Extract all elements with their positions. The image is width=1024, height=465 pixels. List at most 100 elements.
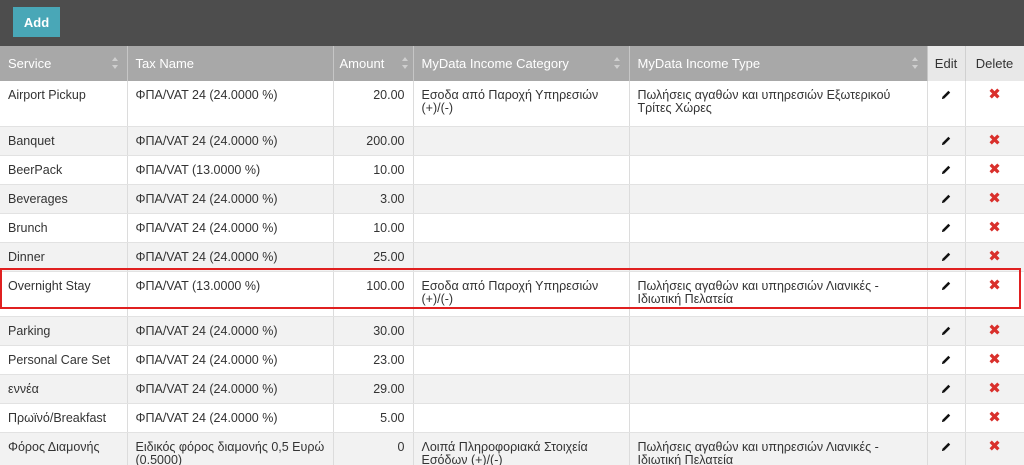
cell-amount: 30.00 — [333, 316, 414, 346]
cell-tax-name: ΦΠΑ/VAT 24 (24.0000 %) — [127, 242, 334, 272]
sort-icon — [401, 57, 409, 69]
pencil-icon[interactable] — [939, 192, 953, 206]
cell-amount: 25.00 — [333, 242, 414, 272]
cell-income-type — [629, 126, 928, 156]
cell-delete: ✖ — [965, 213, 1024, 243]
cell-income-category — [413, 155, 630, 185]
cell-edit — [927, 155, 966, 185]
cell-amount: 10.00 — [333, 155, 414, 185]
table-row: Banquet ΦΠΑ/VAT 24 (24.0000 %) 200.00 ✖ — [0, 126, 1024, 156]
close-x-icon[interactable]: ✖ — [988, 381, 1001, 396]
cell-income-category: Λοιπά Πληροφοριακά Στοιχεία Εσόδων (+)/(… — [413, 432, 630, 465]
cell-income-type — [629, 374, 928, 404]
close-x-icon[interactable]: ✖ — [988, 323, 1001, 338]
cell-tax-name: ΦΠΑ/VAT 24 (24.0000 %) — [127, 184, 334, 214]
cell-edit — [927, 316, 966, 346]
column-header-income-type[interactable]: MyData Income Type — [629, 46, 928, 81]
cell-income-type: Πωλήσεις αγαθών και υπηρεσιών Λιανικές -… — [629, 271, 928, 317]
cell-tax-name: ΦΠΑ/VAT 24 (24.0000 %) — [127, 316, 334, 346]
cell-service: Φόρος Διαμονής — [0, 432, 128, 465]
cell-income-type — [629, 345, 928, 375]
pencil-icon[interactable] — [939, 134, 953, 148]
column-header-income-category[interactable]: MyData Income Category — [413, 46, 630, 81]
cell-amount: 0 — [333, 432, 414, 465]
cell-service: Dinner — [0, 242, 128, 272]
cell-delete: ✖ — [965, 316, 1024, 346]
pencil-icon[interactable] — [939, 279, 953, 293]
pencil-icon[interactable] — [939, 250, 953, 264]
sort-icon — [111, 57, 119, 69]
cell-edit — [927, 213, 966, 243]
cell-edit — [927, 374, 966, 404]
cell-income-type — [629, 403, 928, 433]
cell-income-category — [413, 316, 630, 346]
table-row: BeerPack ΦΠΑ/VAT (13.0000 %) 10.00 ✖ — [0, 155, 1024, 185]
table-row: Overnight Stay ΦΠΑ/VAT (13.0000 %) 100.00 Ε… — [0, 271, 1024, 317]
table-row: Beverages ΦΠΑ/VAT 24 (24.0000 %) 3.00 ✖ — [0, 184, 1024, 214]
services-table: Service Tax Name Amount MyData Income Ca… — [0, 46, 1024, 465]
cell-service: Brunch — [0, 213, 128, 243]
cell-edit — [927, 81, 966, 127]
pencil-icon[interactable] — [939, 88, 953, 102]
cell-amount: 23.00 — [333, 345, 414, 375]
close-x-icon[interactable]: ✖ — [988, 352, 1001, 367]
cell-amount: 10.00 — [333, 213, 414, 243]
table-row: Personal Care Set ΦΠΑ/VAT 24 (24.0000 %) 2… — [0, 345, 1024, 375]
cell-service: Banquet — [0, 126, 128, 156]
cell-service: Overnight Stay — [0, 271, 128, 317]
close-x-icon[interactable]: ✖ — [988, 162, 1001, 177]
pencil-icon[interactable] — [939, 163, 953, 177]
table-row: εννέα ΦΠΑ/VAT 24 (24.0000 %) 29.00 ✖ — [0, 374, 1024, 404]
cell-edit — [927, 345, 966, 375]
cell-service: Airport Pickup — [0, 81, 128, 127]
cell-delete: ✖ — [965, 81, 1024, 127]
cell-delete: ✖ — [965, 126, 1024, 156]
close-x-icon[interactable]: ✖ — [988, 439, 1001, 454]
cell-income-category — [413, 403, 630, 433]
close-x-icon[interactable]: ✖ — [988, 191, 1001, 206]
pencil-icon[interactable] — [939, 221, 953, 235]
cell-service: Parking — [0, 316, 128, 346]
cell-tax-name: ΦΠΑ/VAT (13.0000 %) — [127, 155, 334, 185]
column-header-label: Edit — [934, 56, 958, 71]
cell-income-category — [413, 213, 630, 243]
close-x-icon[interactable]: ✖ — [988, 220, 1001, 235]
cell-income-category — [413, 184, 630, 214]
cell-delete: ✖ — [965, 242, 1024, 272]
cell-income-type — [629, 155, 928, 185]
cell-income-type — [629, 316, 928, 346]
sort-icon — [911, 57, 919, 69]
table-header-row: Service Tax Name Amount MyData Income Ca… — [0, 46, 1024, 81]
cell-income-type — [629, 184, 928, 214]
cell-edit — [927, 271, 966, 317]
column-header-label: Delete — [975, 56, 1014, 71]
cell-amount: 5.00 — [333, 403, 414, 433]
pencil-icon[interactable] — [939, 440, 953, 454]
cell-income-category — [413, 126, 630, 156]
pencil-icon[interactable] — [939, 411, 953, 425]
cell-edit — [927, 126, 966, 156]
close-x-icon[interactable]: ✖ — [988, 249, 1001, 264]
add-button[interactable]: Add — [13, 7, 60, 37]
column-header-delete: Delete — [965, 46, 1024, 81]
column-header-service[interactable]: Service — [0, 46, 128, 81]
close-x-icon[interactable]: ✖ — [988, 410, 1001, 425]
toolbar: Add — [0, 0, 1024, 46]
cell-income-category — [413, 242, 630, 272]
column-header-amount[interactable]: Amount — [333, 46, 414, 81]
close-x-icon[interactable]: ✖ — [988, 87, 1001, 102]
cell-delete: ✖ — [965, 345, 1024, 375]
cell-amount: 200.00 — [333, 126, 414, 156]
pencil-icon[interactable] — [939, 324, 953, 338]
cell-service: Πρωϊνό/Breakfast — [0, 403, 128, 433]
pencil-icon[interactable] — [939, 353, 953, 367]
cell-income-type: Πωλήσεις αγαθών και υπηρεσιών Εξωτερικού… — [629, 81, 928, 127]
table-row: Airport Pickup ΦΠΑ/VAT 24 (24.0000 %) 20.0… — [0, 81, 1024, 127]
column-header-label: MyData Income Type — [637, 56, 761, 71]
pencil-icon[interactable] — [939, 382, 953, 396]
close-x-icon[interactable]: ✖ — [988, 133, 1001, 148]
close-x-icon[interactable]: ✖ — [988, 278, 1001, 293]
cell-amount: 20.00 — [333, 81, 414, 127]
table-row: Φόρος Διαμονής Ειδικός φόρος διαμονής 0,5… — [0, 432, 1024, 465]
sort-icon — [613, 57, 621, 69]
